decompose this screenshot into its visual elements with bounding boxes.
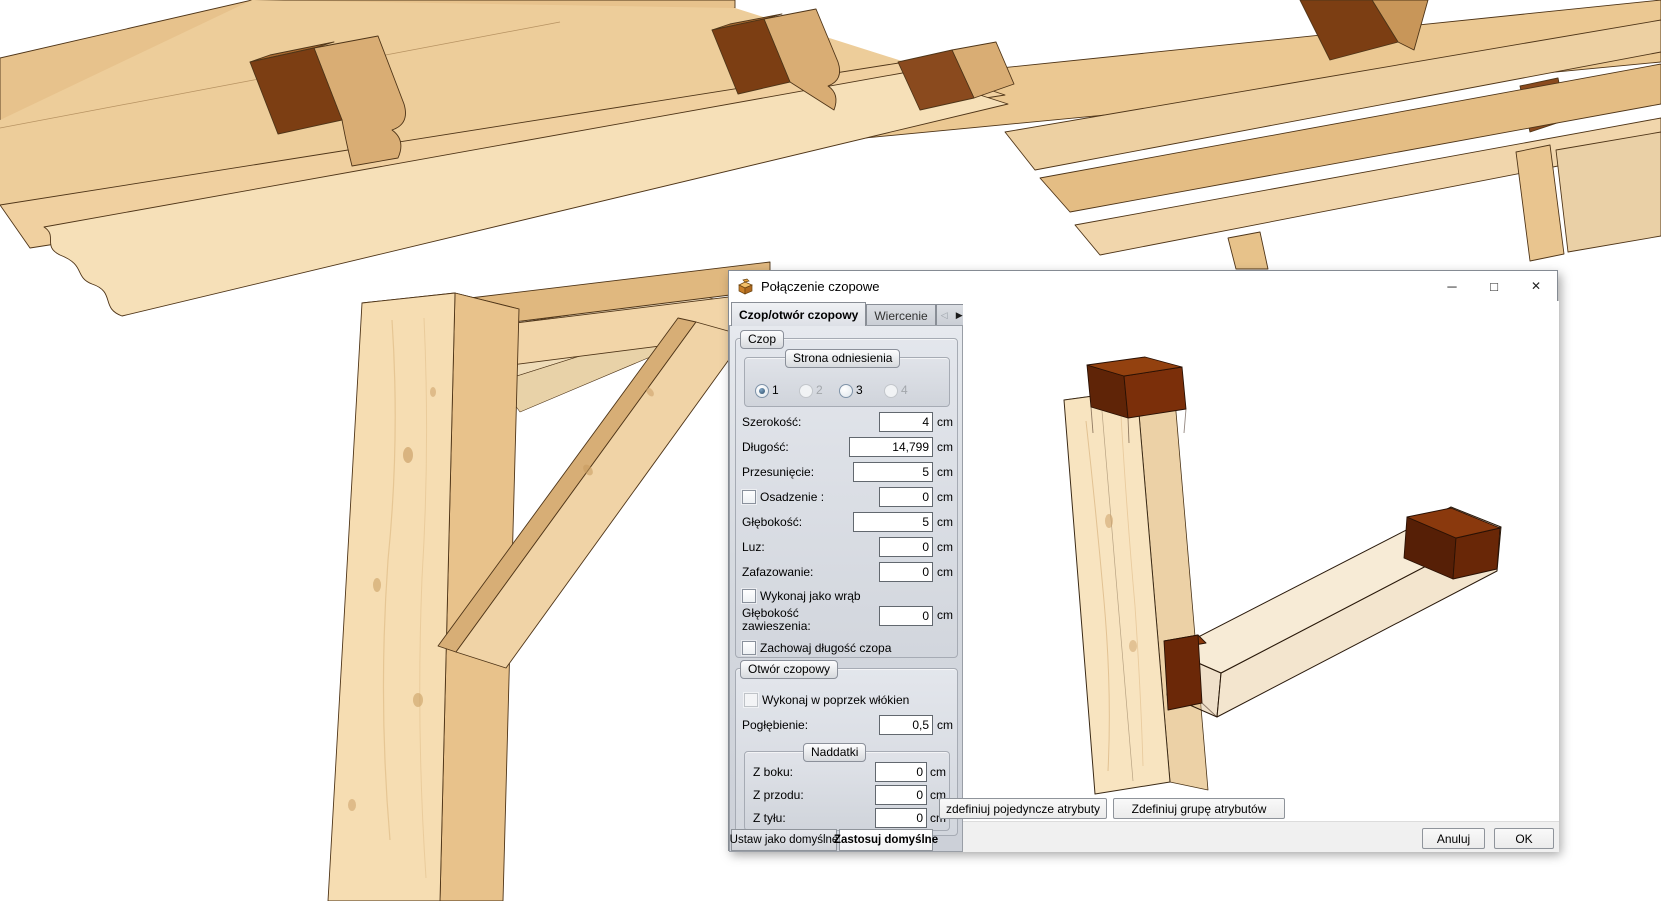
z-boku-input[interactable] xyxy=(875,762,927,782)
field-label: Długość: xyxy=(742,440,789,454)
z-tylu-input[interactable] xyxy=(875,808,927,828)
osadzenie-input[interactable] xyxy=(879,487,933,507)
tenon-joint-dialog: Połączenie czopowe ─ □ ✕ Czop/otwór czop… xyxy=(728,270,1559,852)
glebokosc-input[interactable] xyxy=(853,512,933,532)
szerokosc-input[interactable] xyxy=(879,412,933,432)
app-window: Połączenie czopowe ─ □ ✕ Czop/otwór czop… xyxy=(0,0,1661,901)
dlugosc-input[interactable] xyxy=(849,437,933,457)
dialog-titlebar[interactable]: Połączenie czopowe ─ □ ✕ xyxy=(729,271,1557,301)
luz-input[interactable] xyxy=(879,537,933,557)
z-przodu-input[interactable] xyxy=(875,785,927,805)
field-label: Z tyłu: xyxy=(753,811,786,825)
unit-label: cm xyxy=(937,565,953,579)
unit-label: cm xyxy=(937,440,953,454)
set-as-default-button[interactable]: Ustaw jako domyślne xyxy=(730,829,838,851)
field-dlugosc: Długość: cm xyxy=(736,437,957,458)
unit-label: cm xyxy=(937,540,953,554)
radio-side-3[interactable] xyxy=(839,384,853,398)
unit-label: cm xyxy=(937,465,953,479)
zawieszenie-label: Głębokość zawieszenia: xyxy=(742,606,811,633)
unit-label: cm xyxy=(937,415,953,429)
field-przesuniecie: Przesunięcie: cm xyxy=(736,462,957,483)
field-label: Z boku: xyxy=(753,765,794,779)
tenon-app-icon xyxy=(738,278,753,295)
field-z-tylu: Z tyłu: cm xyxy=(745,808,949,829)
tab-scroll-left-icon[interactable]: ◁ xyxy=(937,310,952,321)
unit-label: cm xyxy=(930,765,946,779)
apply-default-button[interactable]: Zastosuj domyślne xyxy=(834,829,938,851)
radio-side-3-label: 3 xyxy=(856,383,863,397)
group-naddatki: Naddatki Z boku: cm Z przodu: cm Z tyłu: xyxy=(744,743,950,831)
field-osadzenie: Osadzenie : cm xyxy=(736,487,957,508)
define-single-attributes-button[interactable]: zdefiniuj pojedyncze atrybuty xyxy=(939,798,1107,819)
minimize-icon[interactable]: ─ xyxy=(1431,271,1473,301)
close-icon[interactable]: ✕ xyxy=(1515,271,1557,301)
zawieszenie-input[interactable] xyxy=(879,606,933,626)
field-label: Osadzenie : xyxy=(760,490,825,504)
radio-side-2 xyxy=(799,384,813,398)
dialog-footer: Anuluj OK xyxy=(963,821,1559,852)
field-glebokosc: Głębokość: cm xyxy=(736,512,957,533)
preview-post xyxy=(1063,389,1209,795)
poprzek-row: Wykonaj w poprzek włókien xyxy=(736,691,957,709)
poglebienie-input[interactable] xyxy=(879,715,933,735)
field-zafazowanie: Zafazowanie: cm xyxy=(736,562,957,583)
unit-label: cm xyxy=(937,515,953,529)
radio-side-4-label: 4 xyxy=(901,383,908,397)
field-label: Szerokość: xyxy=(742,415,802,429)
group-otwor-label: Otwór czopowy xyxy=(740,660,839,679)
zachowaj-dlugosc-label: Zachowaj długość czopa xyxy=(760,641,892,655)
field-luz: Luz: cm xyxy=(736,537,957,558)
cancel-button[interactable]: Anuluj xyxy=(1422,828,1485,849)
field-szerokosc: Szerokość: cm xyxy=(736,412,957,433)
zawieszenie-row: Głębokość zawieszenia: cm xyxy=(736,605,957,641)
tab-wiercenie[interactable]: Wiercenie xyxy=(866,304,936,326)
zafazowanie-input[interactable] xyxy=(879,562,933,582)
radio-side-4 xyxy=(884,384,898,398)
radio-side-2-label: 2 xyxy=(816,383,823,397)
wykonaj-jako-wrab-checkbox[interactable] xyxy=(742,589,756,603)
joint-preview-viewport[interactable] xyxy=(963,301,1559,821)
group-czop: Czop Strona odniesienia 1 2 3 4 Szerokoś… xyxy=(735,330,958,658)
field-poglebienie: Pogłębienie: cm xyxy=(736,715,957,736)
field-label: Luz: xyxy=(742,540,765,554)
dialog-tabstrip: Czop/otwór czopowy Wiercenie ◁ ▶ xyxy=(731,302,968,326)
field-label: Z przodu: xyxy=(753,788,804,802)
unit-label: cm xyxy=(937,718,953,732)
maximize-icon[interactable]: □ xyxy=(1473,271,1515,301)
group-strona-label: Strona odniesienia xyxy=(785,349,901,368)
zachowaj-dlugosc-checkbox[interactable] xyxy=(742,641,756,655)
group-otwor-czopowy: Otwór czopowy Wykonaj w poprzek włókien … xyxy=(735,660,958,836)
tab-czop-otwor[interactable]: Czop/otwór czopowy xyxy=(731,302,867,326)
ok-button[interactable]: OK xyxy=(1494,828,1554,849)
poprzek-wlokien-checkbox xyxy=(744,693,758,707)
wrab-row: Wykonaj jako wrąb xyxy=(736,587,957,605)
define-attribute-group-button[interactable]: Zdefiniuj grupę atrybutów xyxy=(1113,798,1285,819)
zachowaj-row: Zachowaj długość czopa xyxy=(736,639,957,657)
field-label: Pogłębienie: xyxy=(742,718,809,732)
unit-label: cm xyxy=(937,490,953,504)
radio-side-1[interactable] xyxy=(755,384,769,398)
dialog-title: Połączenie czopowe xyxy=(761,278,880,294)
field-label: Przesunięcie: xyxy=(742,465,815,479)
field-label: Zafazowanie: xyxy=(742,565,814,579)
group-czop-label: Czop xyxy=(740,330,785,349)
group-strona-odniesienia: Strona odniesienia 1 2 3 4 xyxy=(744,349,950,407)
unit-label: cm xyxy=(937,608,953,622)
form-panel: Czop Strona odniesienia 1 2 3 4 Szerokoś… xyxy=(729,325,963,852)
poprzek-wlokien-label: Wykonaj w poprzek włókien xyxy=(762,693,910,707)
osadzenie-checkbox[interactable] xyxy=(742,490,756,504)
wykonaj-jako-wrab-label: Wykonaj jako wrąb xyxy=(760,589,861,603)
group-naddatki-label: Naddatki xyxy=(803,743,867,762)
field-z-boku: Z boku: cm xyxy=(745,762,949,783)
radio-side-1-label: 1 xyxy=(772,383,779,397)
przesuniecie-input[interactable] xyxy=(853,462,933,482)
field-z-przodu: Z przodu: cm xyxy=(745,785,949,806)
field-label: Głębokość: xyxy=(742,515,803,529)
